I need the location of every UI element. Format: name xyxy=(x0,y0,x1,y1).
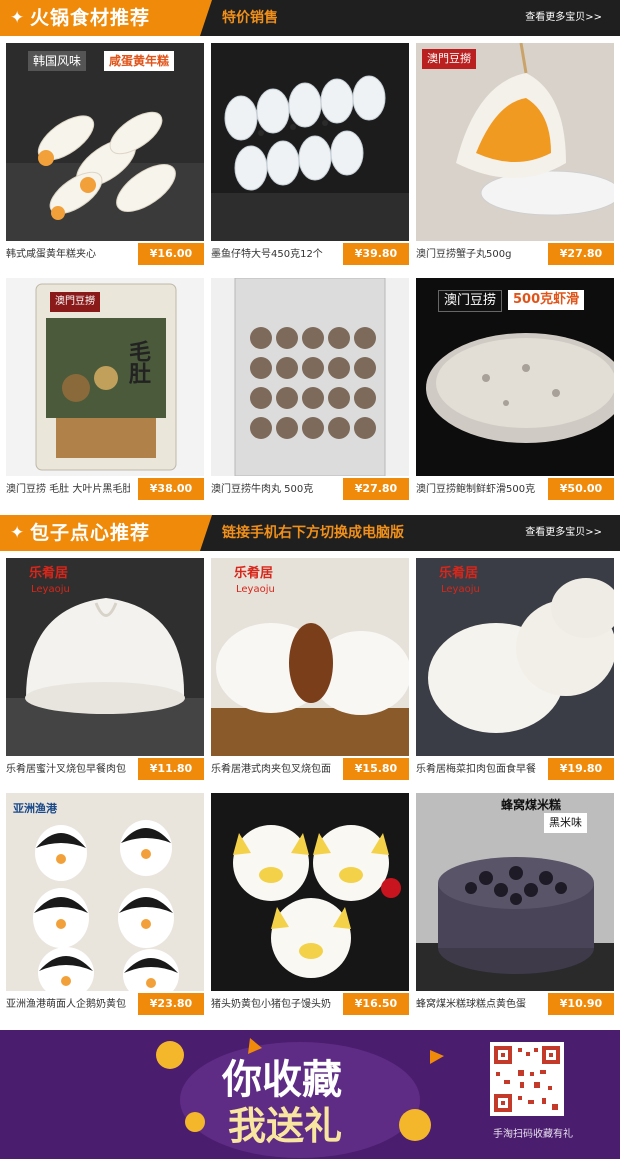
flavor-badge: 黑米味 xyxy=(544,813,587,833)
image-badge-right: 咸蛋黄年糕 xyxy=(104,51,175,71)
pork-sandwich-bun-icon[interactable]: 乐肴居 Leyaoju xyxy=(211,558,409,756)
product-card[interactable]: 乐肴居 Leyaoju 乐肴居蜜汁叉烧包早餐肉包 ¥11.80 xyxy=(6,558,204,780)
shrimp-paste-icon[interactable]: 澳门豆捞 500克虾滑 xyxy=(416,278,614,476)
qr-code-pattern-icon xyxy=(494,1046,560,1112)
char-siu-bun-icon[interactable]: 乐肴居 Leyaoju xyxy=(6,558,204,756)
section-title: 火锅食材推荐 xyxy=(30,7,151,29)
qr-caption: 手淘扫码收藏有礼 xyxy=(493,1129,573,1140)
product-price[interactable]: ¥10.90 xyxy=(548,993,614,1015)
view-more-link[interactable]: 查看更多宝贝>> xyxy=(525,10,602,26)
bun-product-grid: 乐肴居 Leyaoju 乐肴居蜜汁叉烧包早餐肉包 ¥11.80 乐肴居 Leya… xyxy=(0,558,620,1016)
penguin-bun-icon[interactable]: 亚洲渔港 xyxy=(6,793,204,991)
brand-subtitle: Leyaoju xyxy=(441,584,480,595)
section-tag: 特价销售 xyxy=(222,10,278,26)
product-name[interactable]: 亚洲渔港萌面人企鹅奶黄包 xyxy=(6,996,130,1014)
product-price[interactable]: ¥16.00 xyxy=(138,243,204,265)
image-badge-left: 韩国风味 xyxy=(28,51,87,71)
beef-ball-package-icon[interactable] xyxy=(211,278,409,476)
product-card[interactable]: 猪头奶黄包小猪包子馒头奶 ¥16.50 xyxy=(211,793,409,1015)
brand-subtitle: Leyaoju xyxy=(236,584,275,595)
product-badge: 500克虾滑 xyxy=(508,290,585,310)
hotpot-product-grid: 韩国风味 咸蛋黄年糕 韩式咸蛋黄年糕夹心 ¥16.00 墨鱼仔特大号450克12… xyxy=(0,43,620,501)
product-name[interactable]: 韩式咸蛋黄年糕夹心 xyxy=(6,246,130,264)
star-icon: ✦ xyxy=(10,523,25,543)
cuttlefish-icon[interactable] xyxy=(211,43,409,241)
rice-cake-icon[interactable]: 韩国风味 咸蛋黄年糕 xyxy=(6,43,204,241)
honeycomb-cake-icon[interactable]: 蜂窝煤米糕 黑米味 xyxy=(416,793,614,991)
star-icon: ✦ xyxy=(10,8,25,28)
product-card[interactable]: 乐肴居 Leyaoju 乐肴居港式肉夹包叉烧包面 ¥15.80 xyxy=(211,558,409,780)
piggy-bun-icon[interactable] xyxy=(211,793,409,991)
product-price[interactable]: ¥27.80 xyxy=(548,243,614,265)
product-card[interactable]: 澳门豆捞 500克虾滑 澳门豆捞鲍制鲜虾滑500克 ¥50.00 xyxy=(416,278,614,500)
product-name[interactable]: 墨鱼仔特大号450克12个 xyxy=(211,246,335,264)
product-name[interactable]: 澳门豆捞鲍制鲜虾滑500克 xyxy=(416,481,540,499)
brand-badge: 澳門豆撈 xyxy=(422,49,476,69)
product-name[interactable]: 猪头奶黄包小猪包子馒头奶 xyxy=(211,996,335,1014)
brand-badge: 亚洲渔港 xyxy=(13,802,57,815)
product-card[interactable]: 亚洲渔港 亚洲渔港萌面人企鹅奶黄包 ¥23.80 xyxy=(6,793,204,1015)
section-title: 包子点心推荐 xyxy=(30,522,151,544)
section-tag: 链接手机右下方切换成电脑版 xyxy=(222,525,404,541)
tripe-package-icon[interactable]: 澳門豆撈 毛肚 xyxy=(6,278,204,476)
product-price[interactable]: ¥16.50 xyxy=(343,993,409,1015)
qr-code[interactable] xyxy=(490,1042,564,1116)
product-badge: 蜂窝煤米糕 xyxy=(501,798,562,812)
product-card[interactable]: 韩国风味 咸蛋黄年糕 韩式咸蛋黄年糕夹心 ¥16.00 xyxy=(6,43,204,265)
product-price[interactable]: ¥23.80 xyxy=(138,993,204,1015)
bun-section-header: ✦ 包子点心推荐 链接手机右下方切换成电脑版 查看更多宝贝>> xyxy=(0,515,620,551)
banner-line1: 你收藏 xyxy=(222,1057,342,1103)
brand-badge: 澳門豆撈 xyxy=(50,292,100,312)
banner-line2: 我送礼 xyxy=(228,1104,343,1148)
product-badge: 毛肚 xyxy=(125,340,150,384)
product-card[interactable]: 澳门豆捞牛肉丸 500克 ¥27.80 xyxy=(211,278,409,500)
hotpot-section-header: ✦ 火锅食材推荐 特价销售 查看更多宝贝>> xyxy=(0,0,620,36)
crab-roe-ball-icon[interactable]: 澳門豆撈 xyxy=(416,43,614,241)
product-price[interactable]: ¥50.00 xyxy=(548,478,614,500)
product-name[interactable]: 澳门豆捞 毛肚 大叶片黑毛肚 xyxy=(6,481,130,499)
product-card[interactable]: 澳門豆撈 澳门豆捞蟹子丸500g ¥27.80 xyxy=(416,43,614,265)
product-name[interactable]: 乐肴居蜜汁叉烧包早餐肉包 xyxy=(6,761,130,779)
folded-bun-icon[interactable]: 乐肴居 Leyaoju xyxy=(416,558,614,756)
product-price[interactable]: ¥11.80 xyxy=(138,758,204,780)
product-name[interactable]: 澳门豆捞牛肉丸 500克 xyxy=(211,481,335,499)
brand-subtitle: Leyaoju xyxy=(31,584,70,595)
product-price[interactable]: ¥39.80 xyxy=(343,243,409,265)
view-more-link[interactable]: 查看更多宝贝>> xyxy=(525,525,602,541)
product-price[interactable]: ¥15.80 xyxy=(343,758,409,780)
product-card[interactable]: 蜂窝煤米糕 黑米味 蜂窝煤米糕球糕点黄色蛋 ¥10.90 xyxy=(416,793,614,1015)
product-price[interactable]: ¥27.80 xyxy=(343,478,409,500)
product-price[interactable]: ¥19.80 xyxy=(548,758,614,780)
favorite-gift-banner[interactable]: 你收藏 我送礼 手淘扫码收藏有礼 xyxy=(0,1030,620,1159)
product-name[interactable]: 蜂窝煤米糕球糕点黄色蛋 xyxy=(416,996,540,1014)
product-price[interactable]: ¥38.00 xyxy=(138,478,204,500)
product-name[interactable]: 澳门豆捞蟹子丸500g xyxy=(416,246,540,264)
product-card[interactable]: 乐肴居 Leyaoju 乐肴居梅菜扣肉包面食早餐 ¥19.80 xyxy=(416,558,614,780)
brand-badge: 澳门豆捞 xyxy=(438,290,503,312)
product-name[interactable]: 乐肴居梅菜扣肉包面食早餐 xyxy=(416,761,540,779)
product-card[interactable]: 澳門豆撈 毛肚 澳门豆捞 毛肚 大叶片黑毛肚 ¥38.00 xyxy=(6,278,204,500)
product-card[interactable]: 墨鱼仔特大号450克12个 ¥39.80 xyxy=(211,43,409,265)
product-name[interactable]: 乐肴居港式肉夹包叉烧包面 xyxy=(211,761,335,779)
